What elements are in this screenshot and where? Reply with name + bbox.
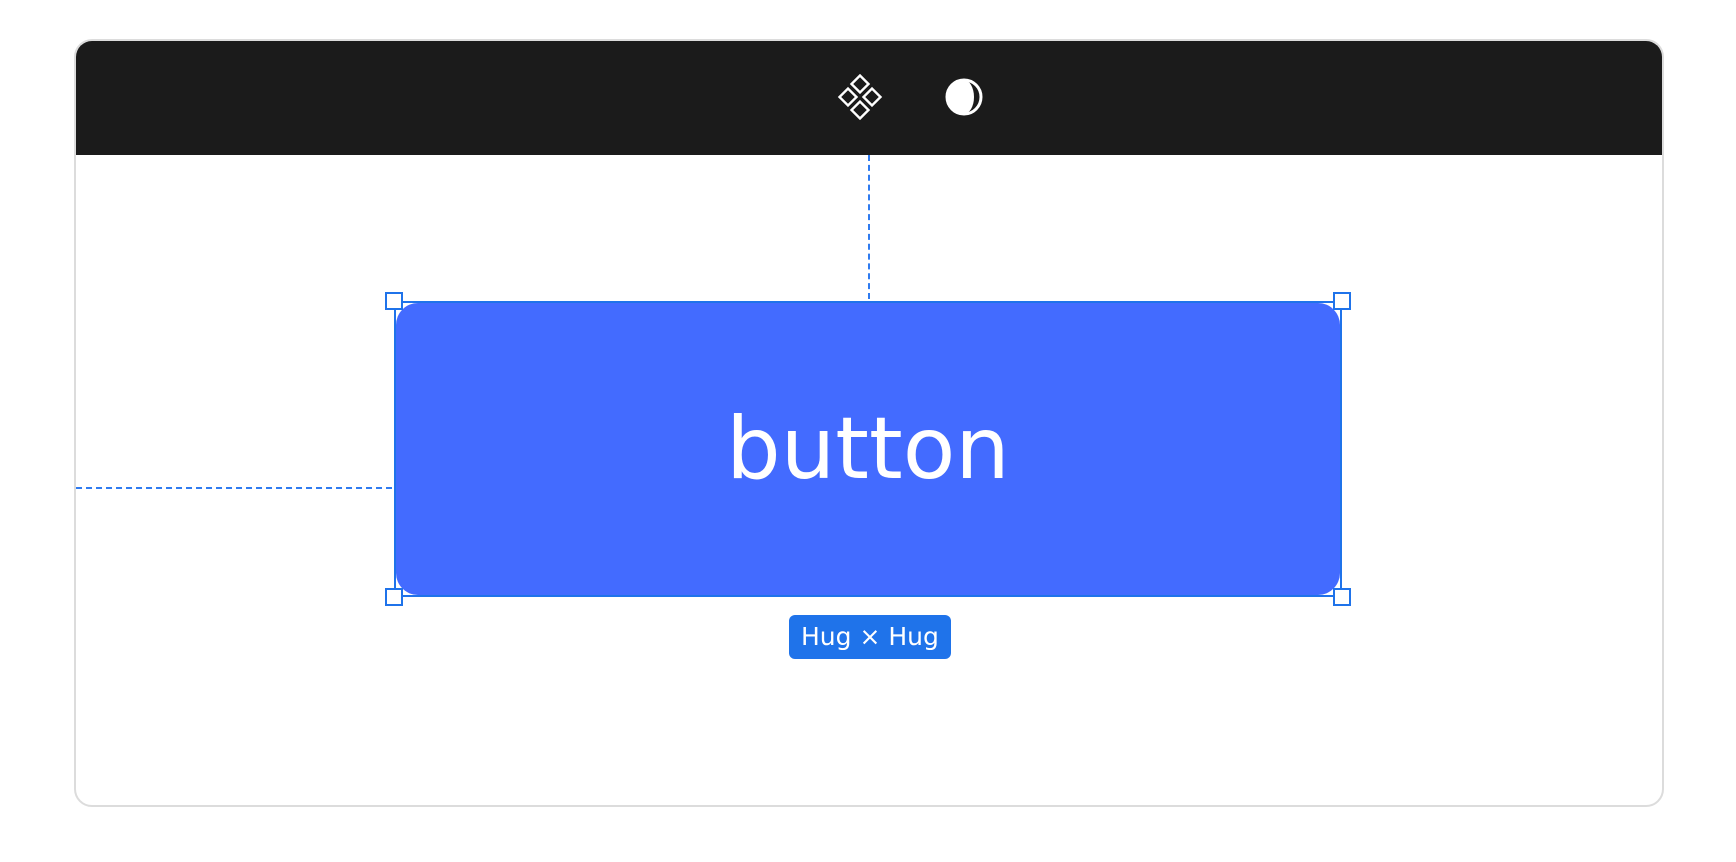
resize-handle-bottom-left[interactable] — [385, 588, 403, 606]
design-canvas[interactable]: button Hug × Hug — [76, 155, 1662, 805]
selection-outline — [394, 301, 1342, 597]
component-icon[interactable] — [836, 73, 884, 121]
resize-handle-top-right[interactable] — [1333, 292, 1351, 310]
toolbar — [76, 41, 1662, 155]
preview-frame: button Hug × Hug — [74, 39, 1664, 807]
resize-handle-bottom-right[interactable] — [1333, 588, 1351, 606]
resize-handle-top-left[interactable] — [385, 292, 403, 310]
size-badge: Hug × Hug — [789, 615, 951, 659]
spacing-guide-vertical — [868, 155, 870, 299]
spacing-guide-horizontal — [76, 487, 392, 489]
theme-toggle-icon[interactable] — [940, 73, 988, 121]
